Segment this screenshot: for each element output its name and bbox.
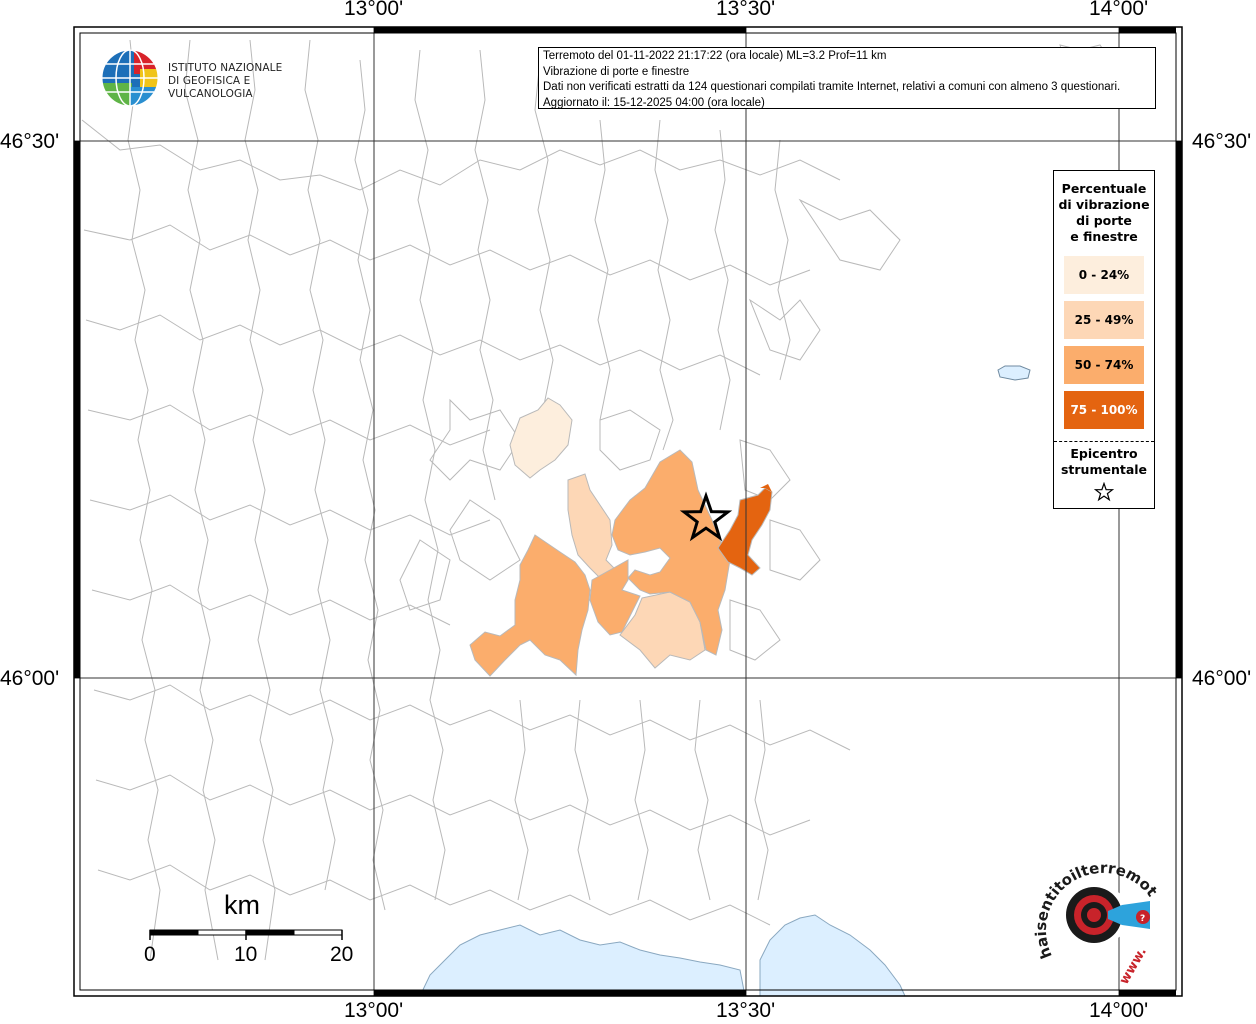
svg-text:?: ? xyxy=(1140,914,1145,924)
legend-separator xyxy=(1054,441,1154,442)
scalebar: km 0 10 20 xyxy=(140,890,360,970)
ingv-logo: ISTITUTO NAZIONALE DI GEOFISICA E VULCAN… xyxy=(100,47,320,109)
event-subtitle: Vibrazione di porte e finestre xyxy=(543,65,690,78)
legend-item-label: 50 - 74% xyxy=(1074,358,1134,372)
scalebar-label-0: 0 xyxy=(144,943,156,966)
lake-shape xyxy=(997,365,1031,381)
legend-title-line: e finestre xyxy=(1070,229,1138,244)
event-data-note: Dati non verificati estratti da 124 ques… xyxy=(543,81,1121,93)
scalebar-unit: km xyxy=(224,890,260,920)
legend-epicenter-label: Epicentro strumentale xyxy=(1054,446,1154,478)
scalebar-label-20: 20 xyxy=(330,943,354,966)
legend-item-0-24: 0 - 24% xyxy=(1064,256,1144,294)
legend-item-label: 25 - 49% xyxy=(1074,313,1134,327)
event-info-box: Terremoto del 01-11-2022 21:17:22 (ora l… xyxy=(538,47,1156,109)
ingv-globe-icon xyxy=(101,49,159,107)
brand-www: www. xyxy=(1117,945,1150,985)
legend-title: Percentuale di vibrazione di porte e fin… xyxy=(1054,181,1154,245)
longitude-label-bottom-13-00: 13°00' xyxy=(344,999,404,1022)
legend-epicenter-line: strumentale xyxy=(1060,462,1148,477)
event-title: Terremoto del 01-11-2022 21:17:22 (ora l… xyxy=(543,50,887,62)
ingv-logo-text: ISTITUTO NAZIONALE DI GEOFISICA E VULCAN… xyxy=(168,62,320,101)
ingv-logo-line1: ISTITUTO NAZIONALE xyxy=(168,62,283,74)
legend-title-line: di porte xyxy=(1076,213,1132,228)
longitude-label-bottom-14-00: 14°00' xyxy=(1089,999,1149,1022)
longitude-label-top-13-30: 13°30' xyxy=(716,0,776,20)
legend-item-25-49: 25 - 49% xyxy=(1064,301,1144,339)
longitude-label-bottom-13-30: 13°30' xyxy=(716,999,776,1022)
legend: Percentuale di vibrazione di porte e fin… xyxy=(1053,170,1155,509)
haisentito-logo: ? haisentitoilterremoto.it www. xyxy=(1025,841,1170,987)
latitude-label-left-46-30: 46°30' xyxy=(0,130,60,153)
legend-title-line: Percentuale xyxy=(1061,181,1147,196)
ingv-logo-line2: DI GEOFISICA E VULCANOLOGIA xyxy=(168,75,253,100)
event-updated: Aggiornato il: 15-12-2025 04:00 (ora loc… xyxy=(543,96,765,109)
latitude-label-left-46-00: 46°00' xyxy=(0,667,60,690)
legend-title-line: di vibrazione xyxy=(1058,197,1150,212)
latitude-label-right-46-30: 46°30' xyxy=(1192,130,1252,153)
legend-item-75-100: 75 - 100% xyxy=(1064,391,1144,429)
longitude-label-top-14-00: 14°00' xyxy=(1089,0,1149,20)
legend-item-label: 0 - 24% xyxy=(1078,268,1130,282)
seismic-target-icon: ? haisentitoilterremoto.it www. xyxy=(1025,841,1161,987)
scalebar-label-10: 10 xyxy=(234,943,258,966)
longitude-label-top-13-00: 13°00' xyxy=(344,0,404,20)
legend-star-icon xyxy=(1054,481,1154,506)
legend-item-50-74: 50 - 74% xyxy=(1064,346,1144,384)
latitude-label-right-46-00: 46°00' xyxy=(1192,667,1252,690)
legend-item-label: 75 - 100% xyxy=(1070,403,1138,417)
legend-epicenter-line: Epicentro xyxy=(1070,446,1138,461)
